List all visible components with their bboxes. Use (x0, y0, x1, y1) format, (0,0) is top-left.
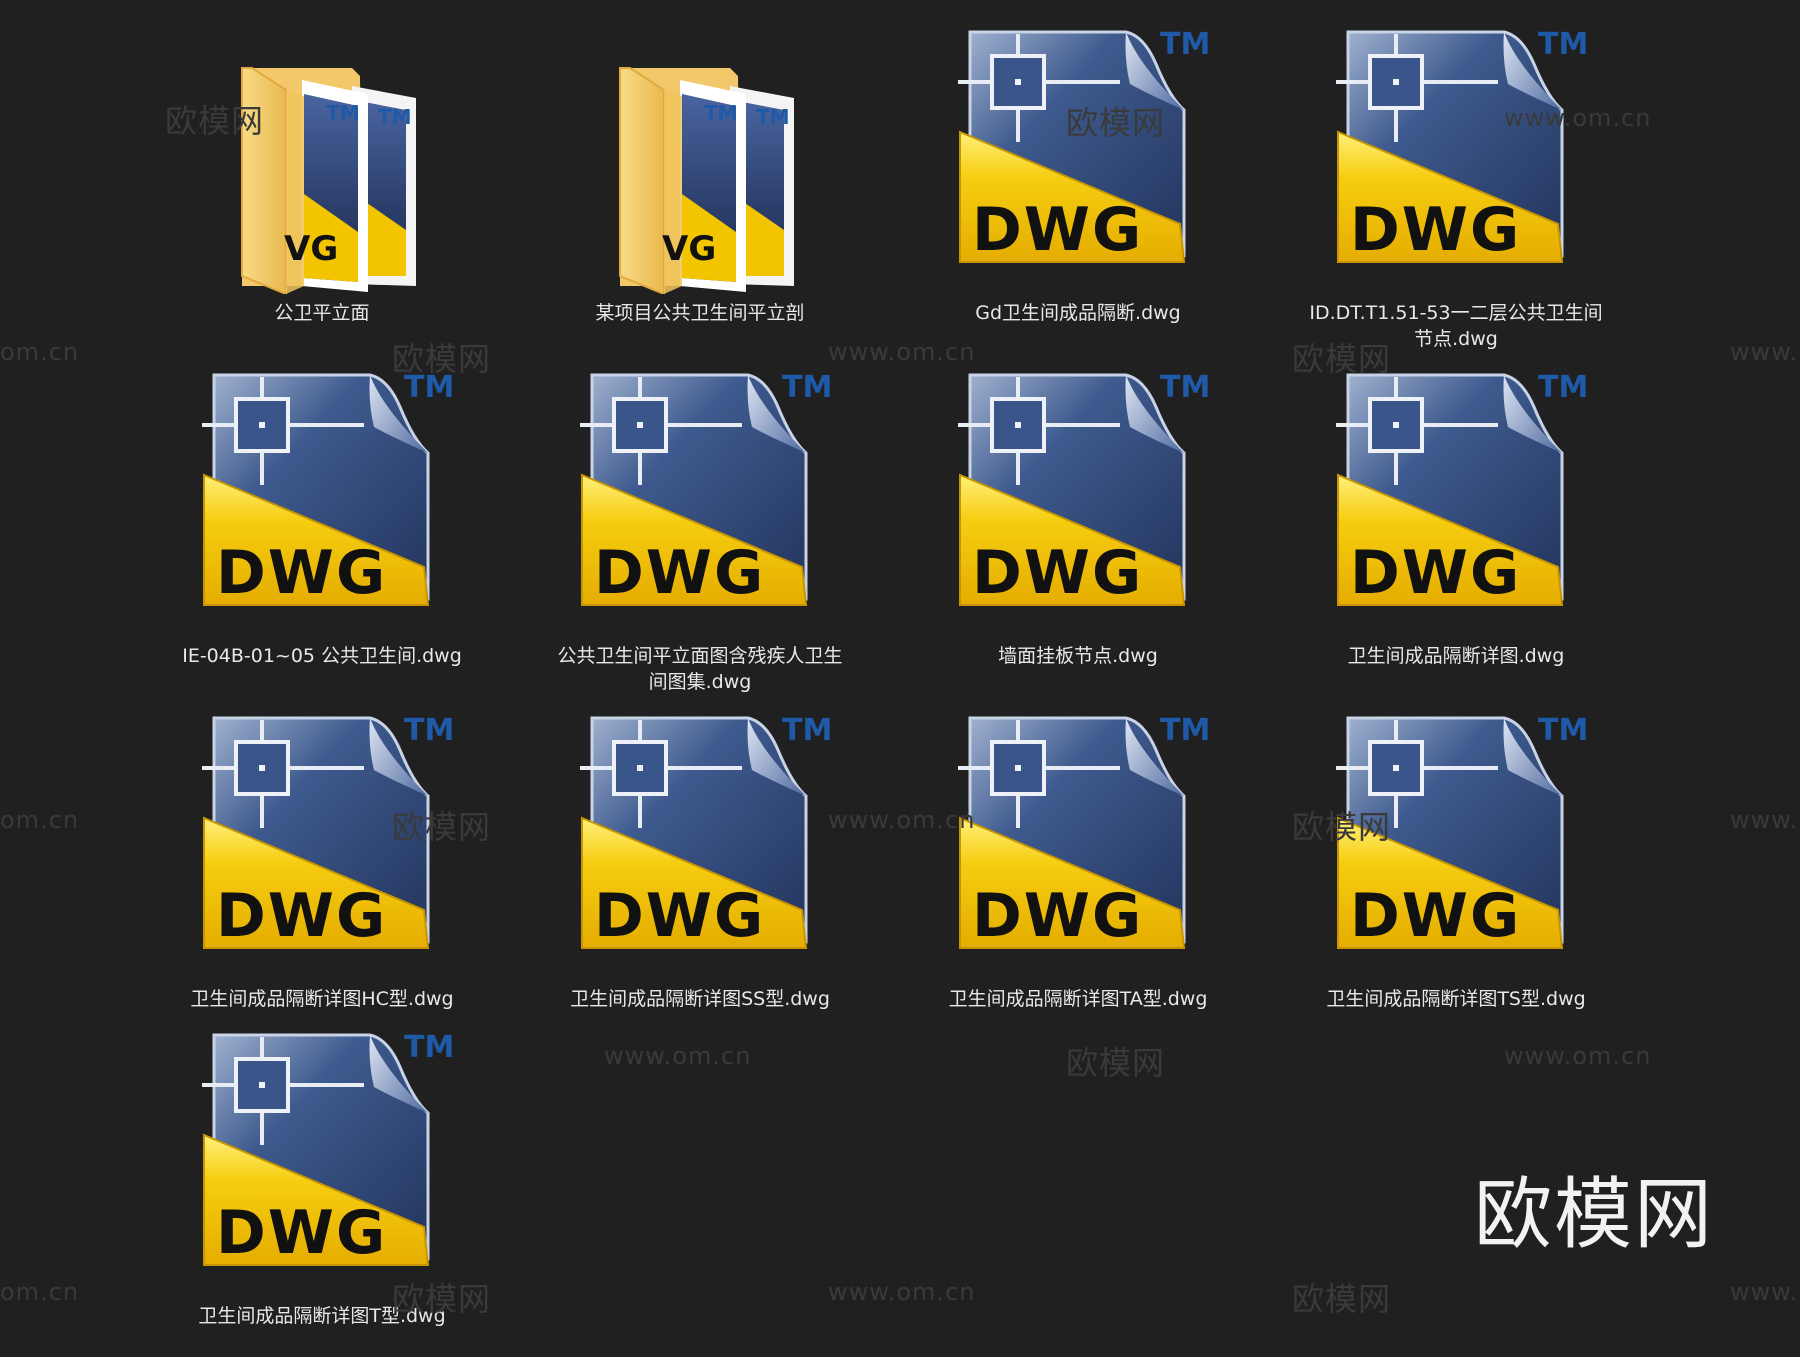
file-icon[interactable]: DWG TM (913, 367, 1243, 637)
trademark-label: TM (756, 105, 790, 129)
trademark-label: TM (404, 713, 452, 748)
file-name-label[interactable]: 卫生间成品隔断详图SS型.dwg (550, 986, 850, 1012)
file-icon[interactable]: DWG TM (1291, 710, 1621, 980)
file-name-label[interactable]: 卫生间成品隔断详图HC型.dwg (172, 986, 472, 1012)
dwg-label: DWG (594, 881, 765, 951)
trademark-label: TM (782, 713, 830, 748)
file-icon[interactable]: DWG TM (157, 710, 487, 980)
trademark-label: TM (1538, 27, 1586, 62)
corner-brand-logo: 欧模网 (1474, 1170, 1715, 1260)
file-name-label[interactable]: 卫生间成品隔断详图TA型.dwg (928, 986, 1228, 1012)
dwg-label: DWG (216, 538, 387, 608)
file-name-label[interactable]: 卫生间成品隔断详图.dwg (1306, 643, 1606, 669)
file-icon[interactable]: DWG TM (913, 24, 1243, 294)
folder-icon[interactable]: TM TM VG (157, 24, 487, 294)
file-icon[interactable]: DWG TM (157, 367, 487, 637)
folder-dwg-icon: TM TM VG (241, 67, 416, 294)
file-icon[interactable]: DWG TM (1291, 24, 1621, 294)
trademark-label: TM (1538, 370, 1586, 405)
file-name-label[interactable]: 公卫平立面 (172, 300, 472, 326)
trademark-label: TM (1160, 370, 1208, 405)
dwg-label: DWG (216, 1198, 387, 1268)
trademark-label: TM (1160, 713, 1208, 748)
folder-dwg-icon: TM TM VG (619, 67, 794, 294)
dwg-label: DWG (1350, 195, 1521, 265)
file-item[interactable]: DWG TM 卫生间成品隔断详图T型.dwg (157, 1027, 487, 1357)
file-icon[interactable]: DWG TM (535, 710, 865, 980)
trademark-label: TM (704, 101, 738, 125)
file-item[interactable]: DWG TM ID.DT.T1.51-53一二层公共卫生间节点.dwg (1291, 24, 1621, 354)
dwg-label-partial: VG (662, 229, 716, 269)
dwg-file-icon: DWG TM (958, 713, 1208, 951)
file-name-label[interactable]: IE-04B-01~05 公共卫生间.dwg (172, 643, 472, 669)
dwg-file-icon: DWG TM (202, 370, 452, 608)
dwg-file-icon: DWG TM (1336, 27, 1586, 265)
file-item[interactable]: DWG TM Gd卫生间成品隔断.dwg (913, 24, 1243, 354)
file-name-label[interactable]: 卫生间成品隔断详图TS型.dwg (1306, 986, 1606, 1012)
dwg-label: DWG (972, 881, 1143, 951)
dwg-file-icon: DWG TM (958, 27, 1208, 265)
trademark-label: TM (1160, 27, 1208, 62)
file-name-label[interactable]: 卫生间成品隔断详图T型.dwg (172, 1303, 472, 1329)
dwg-label: DWG (216, 881, 387, 951)
file-icon[interactable]: DWG TM (913, 710, 1243, 980)
dwg-label: DWG (1350, 538, 1521, 608)
file-grid: TM TM VG 公卫平立面 TM TM VG 某项目公共卫生间平立剖 DWG … (0, 0, 1800, 1347)
dwg-file-icon: DWG TM (1336, 370, 1586, 608)
file-item[interactable]: DWG TM 墙面挂板节点.dwg (913, 367, 1243, 697)
file-item[interactable]: DWG TM 卫生间成品隔断详图TS型.dwg (1291, 710, 1621, 1040)
file-icon[interactable]: DWG TM (535, 367, 865, 637)
file-icon[interactable]: DWG TM (1291, 367, 1621, 637)
file-item[interactable]: DWG TM 公共卫生间平立面图含残疾人卫生间图集.dwg (535, 367, 865, 697)
file-item[interactable]: DWG TM 卫生间成品隔断详图SS型.dwg (535, 710, 865, 1040)
trademark-label: TM (1538, 713, 1586, 748)
trademark-label: TM (782, 370, 830, 405)
folder-icon[interactable]: TM TM VG (535, 24, 865, 294)
file-item[interactable]: DWG TM 卫生间成品隔断详图.dwg (1291, 367, 1621, 697)
dwg-label-partial: VG (284, 229, 338, 269)
file-name-label[interactable]: 墙面挂板节点.dwg (928, 643, 1228, 669)
trademark-label: TM (404, 1030, 452, 1065)
file-item[interactable]: TM TM VG 某项目公共卫生间平立剖 (535, 24, 865, 354)
file-name-label[interactable]: Gd卫生间成品隔断.dwg (928, 300, 1228, 326)
trademark-label: TM (326, 101, 360, 125)
dwg-file-icon: DWG TM (580, 370, 830, 608)
file-item[interactable]: DWG TM 卫生间成品隔断详图HC型.dwg (157, 710, 487, 1040)
file-item[interactable]: DWG TM 卫生间成品隔断详图TA型.dwg (913, 710, 1243, 1040)
trademark-label: TM (404, 370, 452, 405)
dwg-file-icon: DWG TM (1336, 713, 1586, 951)
dwg-file-icon: DWG TM (202, 1030, 452, 1268)
dwg-file-icon: DWG TM (202, 713, 452, 951)
file-name-label[interactable]: ID.DT.T1.51-53一二层公共卫生间节点.dwg (1306, 300, 1606, 352)
dwg-file-icon: DWG TM (958, 370, 1208, 608)
dwg-file-icon: DWG TM (580, 713, 830, 951)
dwg-label: DWG (972, 195, 1143, 265)
file-item[interactable]: DWG TM IE-04B-01~05 公共卫生间.dwg (157, 367, 487, 697)
file-name-label[interactable]: 某项目公共卫生间平立剖 (550, 300, 850, 326)
file-item[interactable]: TM TM VG 公卫平立面 (157, 24, 487, 354)
dwg-label: DWG (972, 538, 1143, 608)
dwg-label: DWG (594, 538, 765, 608)
file-name-label[interactable]: 公共卫生间平立面图含残疾人卫生间图集.dwg (550, 643, 850, 695)
file-icon[interactable]: DWG TM (157, 1027, 487, 1297)
dwg-label: DWG (1350, 881, 1521, 951)
trademark-label: TM (378, 105, 412, 129)
